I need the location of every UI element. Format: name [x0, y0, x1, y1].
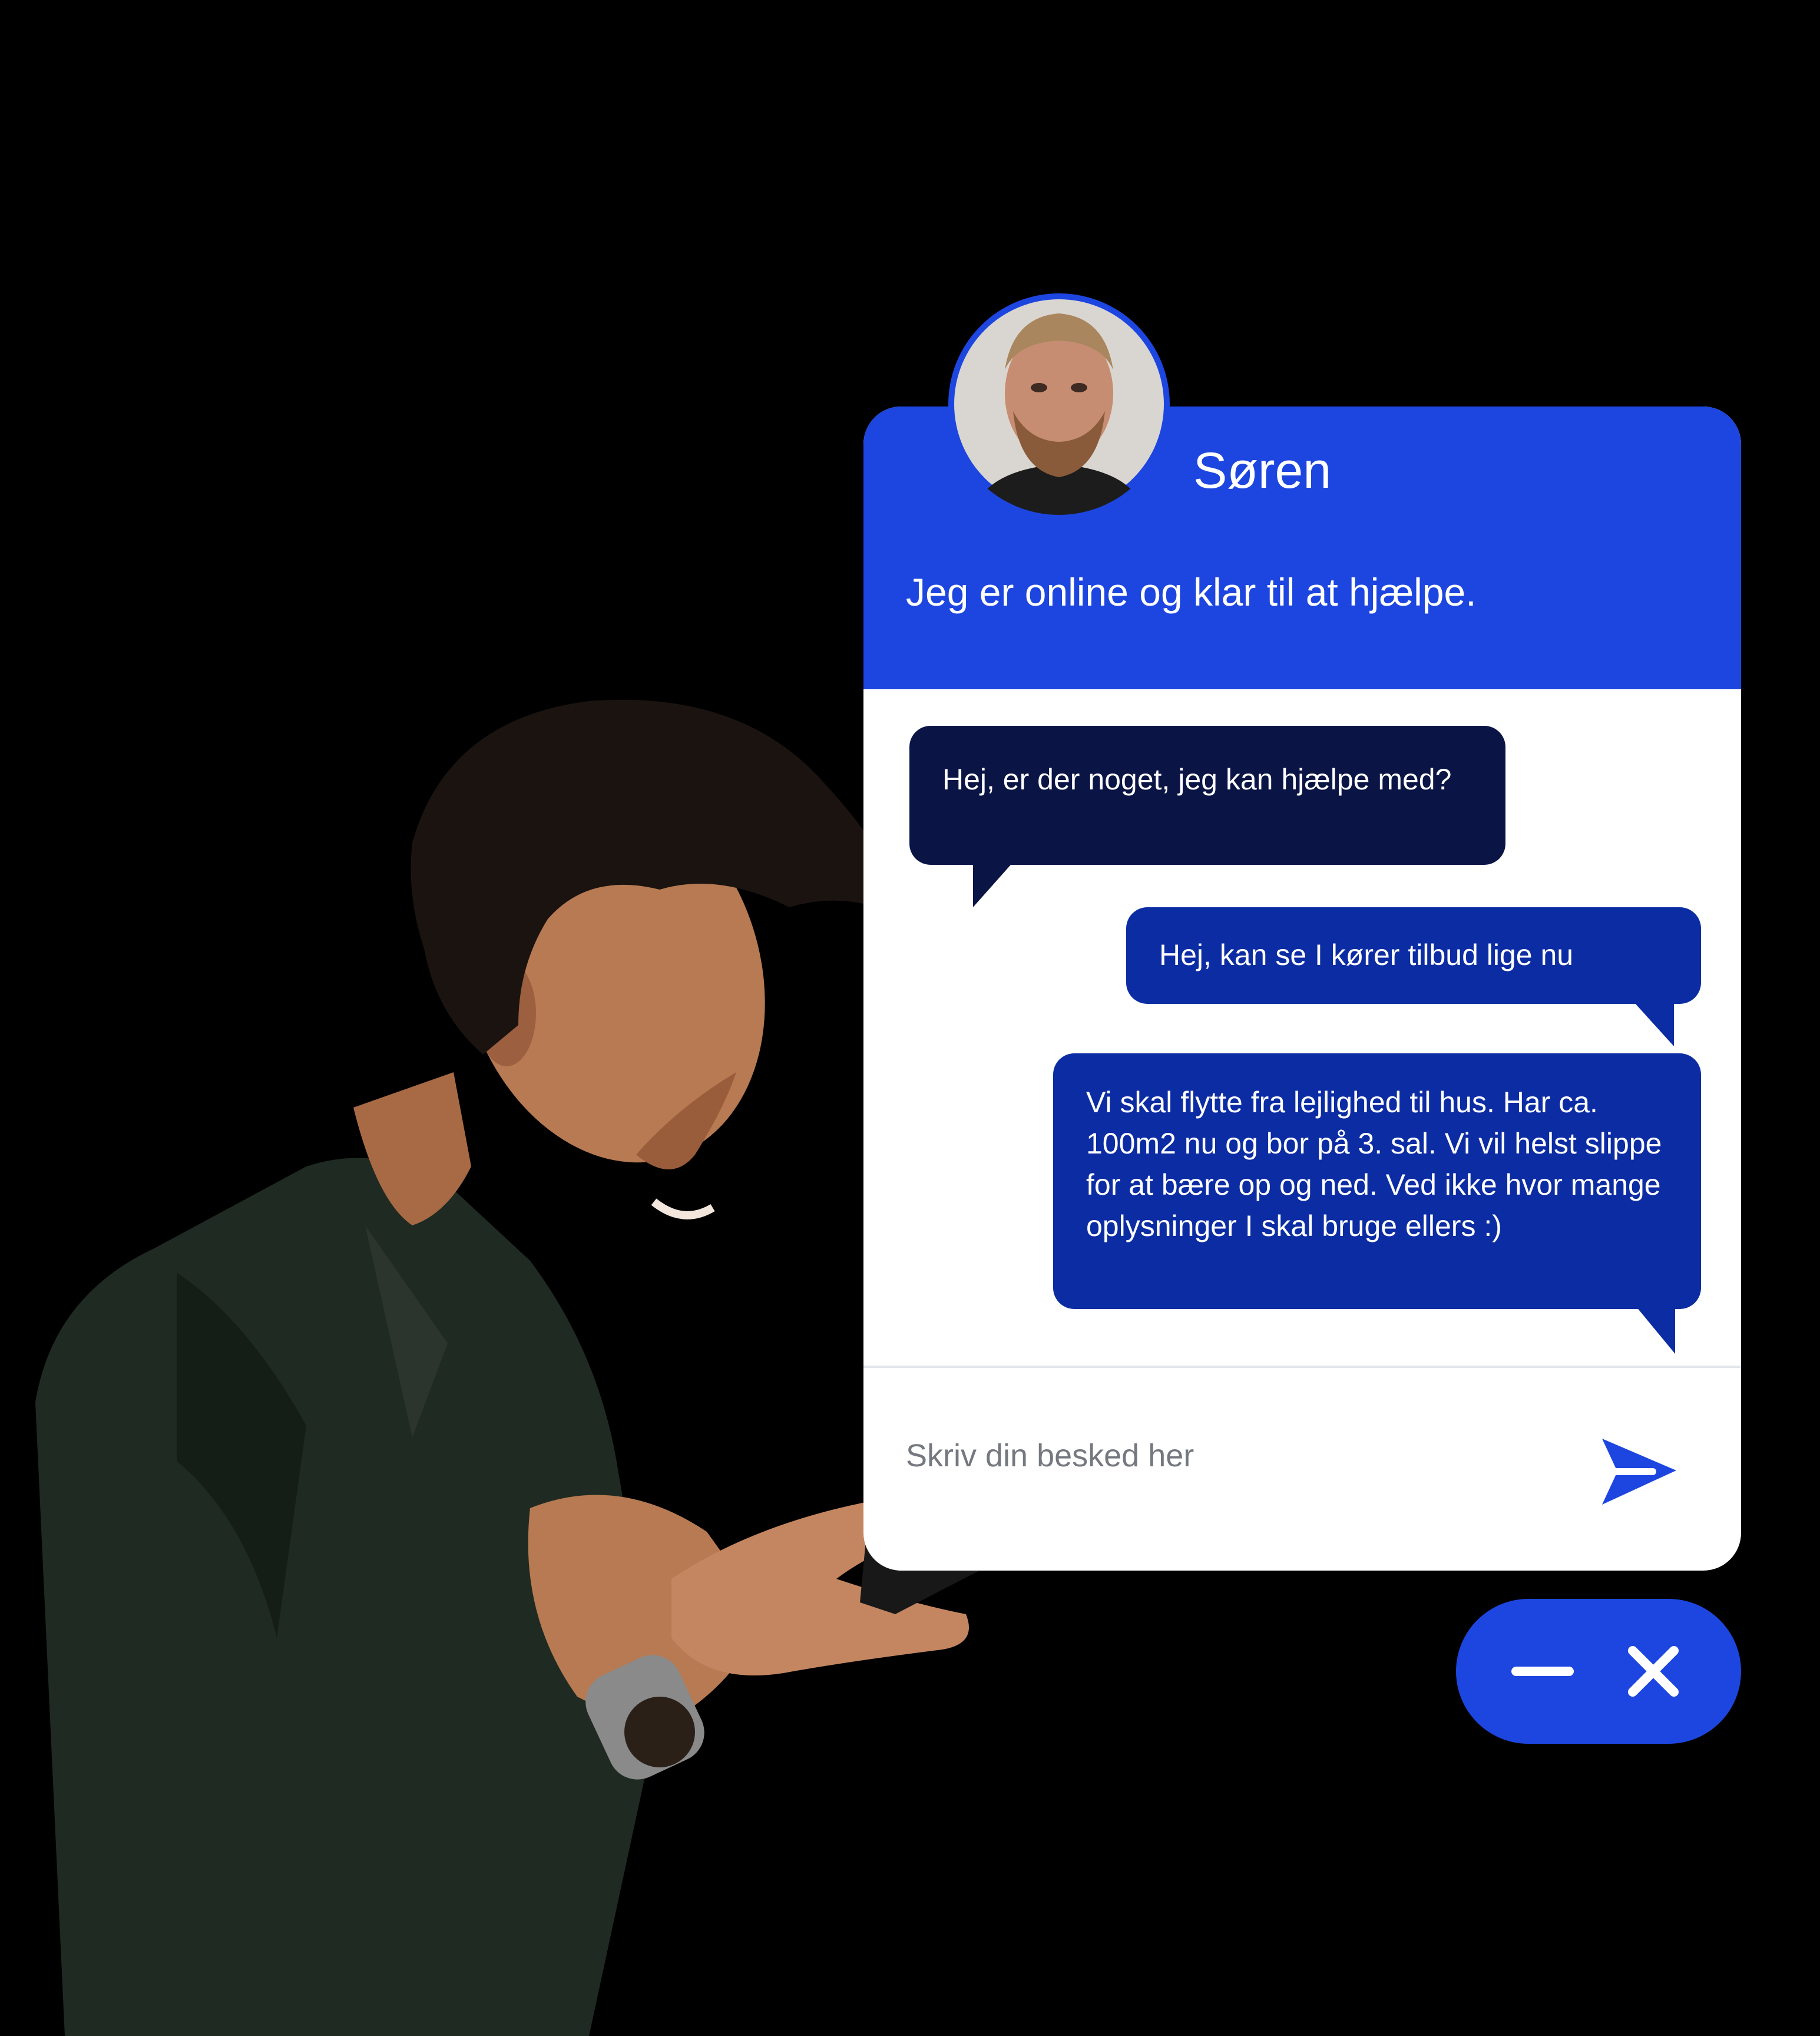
agent-name: Søren	[1193, 442, 1332, 499]
close-button[interactable]	[1609, 1627, 1697, 1716]
window-controls	[1456, 1599, 1741, 1744]
agent-status: Jeg er online og klar til at hjælpe.	[906, 570, 1477, 614]
user-message: Vi skal flytte fra lejlighed til hus. Ha…	[1053, 1053, 1701, 1309]
message-list: Hej, er der noget, jeg kan hjælpe med? H…	[863, 689, 1741, 1361]
send-button[interactable]	[1594, 1428, 1682, 1516]
agent-photo-icon	[954, 299, 1164, 515]
chat-window: Søren Jeg er online og klar til at hjælp…	[863, 406, 1741, 1571]
user-message-tail	[1628, 996, 1674, 1046]
composer-divider	[863, 1366, 1741, 1368]
agent-avatar	[948, 293, 1170, 515]
send-icon	[1602, 1439, 1676, 1505]
agent-message: Hej, er der noget, jeg kan hjælpe med?	[909, 726, 1505, 865]
minimize-icon	[1511, 1667, 1574, 1676]
user-message: Hej, kan se I kører tilbud lige nu	[1126, 907, 1701, 1004]
close-icon	[1628, 1646, 1679, 1697]
minimize-button[interactable]	[1498, 1627, 1587, 1716]
message-input[interactable]	[905, 1420, 1555, 1492]
agent-message-tail	[973, 854, 1020, 907]
user-message-tail	[1630, 1300, 1675, 1354]
